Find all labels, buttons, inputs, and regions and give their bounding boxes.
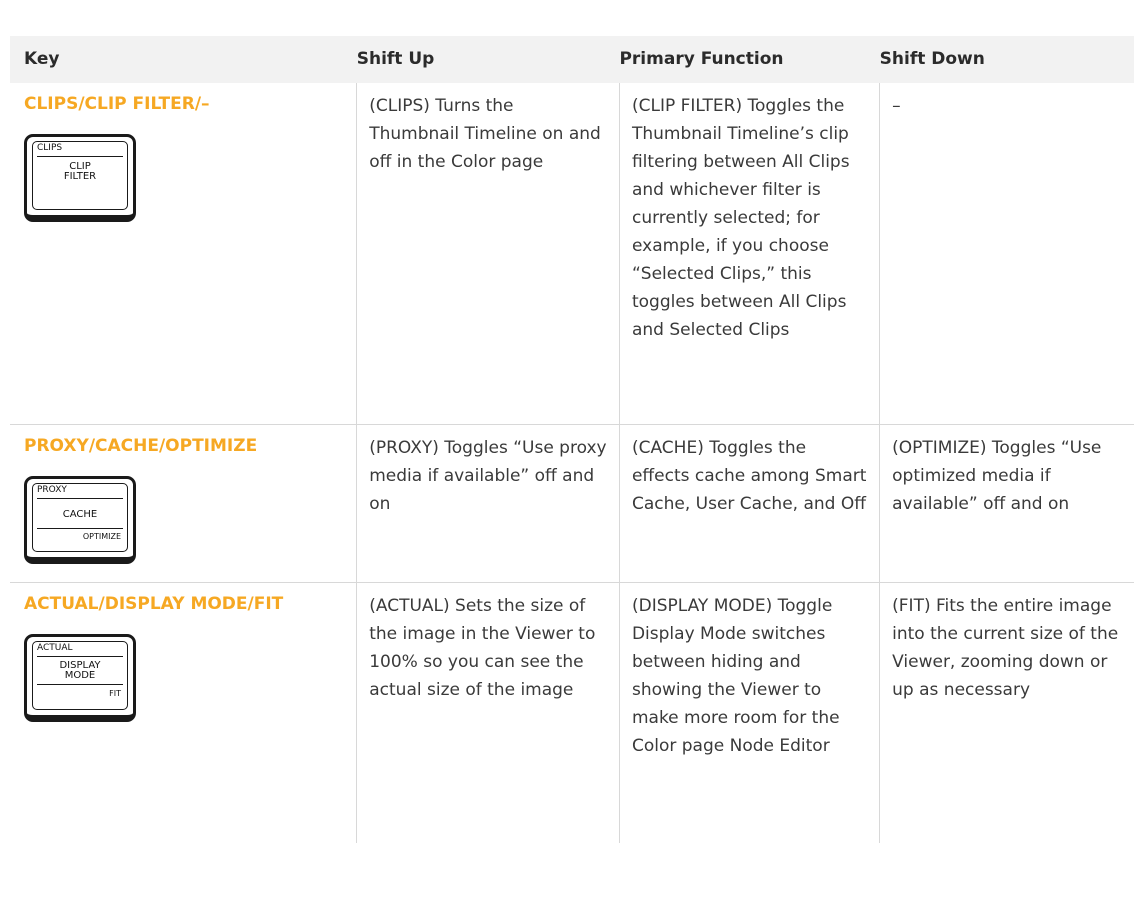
top-margin: [0, 0, 1134, 36]
keycap-main-label-line2: MODE: [64, 670, 96, 681]
clips-key-icon: CLIPS CLIP FILTER: [24, 134, 136, 222]
shift-down-cell: –: [879, 83, 1134, 425]
keycap-face: CLIPS CLIP FILTER: [32, 141, 128, 210]
keycap-main-label-line1: CACHE: [62, 509, 98, 520]
header-key: Key: [24, 49, 60, 69]
keycap-divider: [37, 528, 123, 529]
key-function-table: Key Shift Up Primary Function Shift Down…: [10, 36, 1134, 843]
primary-function-cell: (CLIP FILTER) Toggles the Thumbnail Time…: [618, 83, 880, 425]
key-name: CLIPS/CLIP FILTER/–: [24, 94, 210, 114]
shift-down-cell: (FIT) Fits the entire image into the cur…: [879, 582, 1134, 843]
header-shift-down: Shift Down: [879, 49, 985, 69]
primary-function-cell: (DISPLAY MODE) Toggle Display Mode switc…: [618, 582, 880, 843]
keycap-divider: [37, 656, 123, 657]
keycap-divider: [37, 156, 123, 157]
shift-up-cell: (PROXY) Toggles “Use proxy media if avai…: [356, 424, 620, 583]
keycap-face: PROXY CACHE OPTIMIZE: [32, 483, 128, 552]
shift-down-cell: (OPTIMIZE) Toggles “Use optimized media …: [879, 424, 1134, 583]
header-shift-up: Shift Up: [356, 49, 435, 69]
key-name: ACTUAL/DISPLAY MODE/FIT: [24, 594, 284, 614]
table-row: ACTUAL/DISPLAY MODE/FIT ACTUAL DISPLAY M…: [10, 582, 1134, 844]
key-cell: ACTUAL/DISPLAY MODE/FIT ACTUAL DISPLAY M…: [10, 583, 357, 844]
table-header-row: Key Shift Up Primary Function Shift Down: [10, 36, 1134, 83]
keycap-divider: [37, 498, 123, 499]
shift-up-cell: (ACTUAL) Sets the size of the image in t…: [356, 582, 620, 843]
keycap-face: ACTUAL DISPLAY MODE FIT: [32, 641, 128, 710]
keycap-top-label: ACTUAL: [37, 643, 73, 653]
keycap-divider: [37, 684, 123, 685]
actual-key-icon: ACTUAL DISPLAY MODE FIT: [24, 634, 136, 722]
keycap-top-label: PROXY: [37, 485, 67, 495]
keycap-top-label: CLIPS: [37, 143, 63, 153]
keycap-main-label-line2: FILTER: [63, 171, 97, 182]
primary-function-cell: (CACHE) Toggles the effects cache among …: [618, 424, 880, 583]
key-cell: CLIPS/CLIP FILTER/– CLIPS CLIP FILTER: [10, 83, 357, 425]
keycap-bottom-label: FIT: [109, 689, 121, 698]
table-row: CLIPS/CLIP FILTER/– CLIPS CLIP FILTER (C…: [10, 83, 1134, 425]
keycap-bottom-label: OPTIMIZE: [82, 532, 121, 541]
header-primary-function: Primary Function: [619, 49, 784, 69]
table-row: PROXY/CACHE/OPTIMIZE PROXY CACHE OPTIMIZ…: [10, 424, 1134, 583]
shift-up-cell: (CLIPS) Turns the Thumbnail Timeline on …: [356, 83, 620, 425]
key-name: PROXY/CACHE/OPTIMIZE: [24, 436, 258, 456]
proxy-key-icon: PROXY CACHE OPTIMIZE: [24, 476, 136, 564]
key-cell: PROXY/CACHE/OPTIMIZE PROXY CACHE OPTIMIZ…: [10, 424, 357, 583]
